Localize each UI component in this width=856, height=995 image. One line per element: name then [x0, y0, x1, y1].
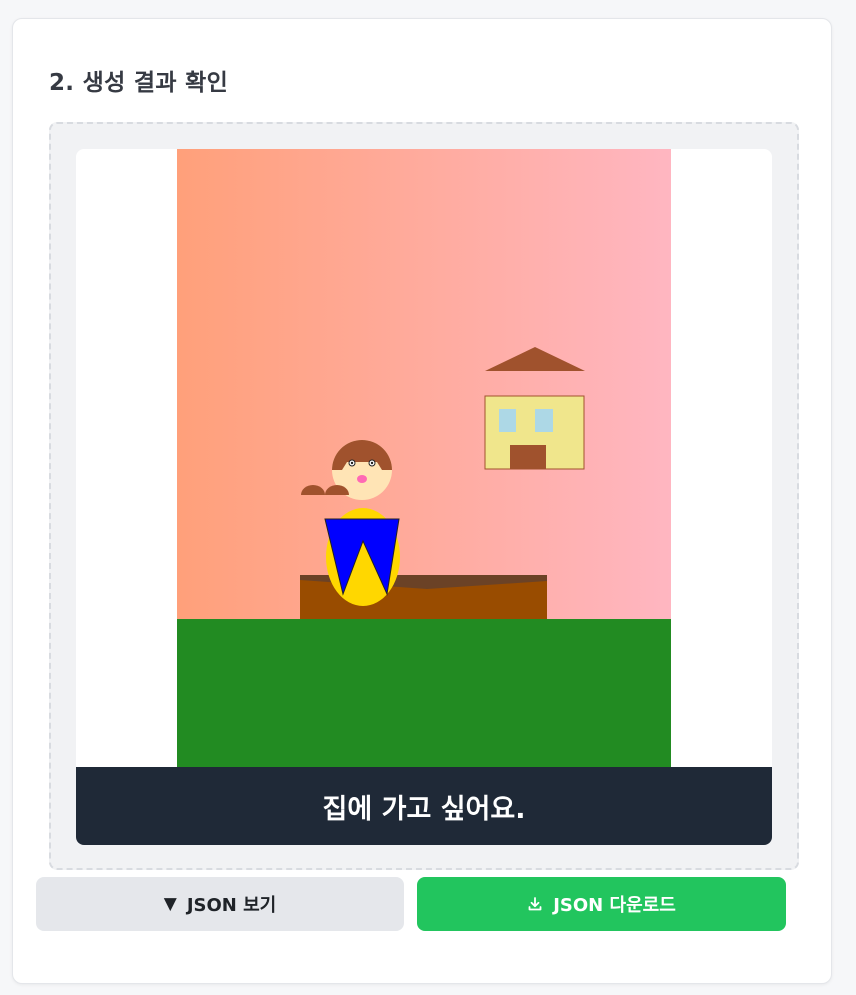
json-view-label: JSON 보기 [186, 895, 277, 916]
house-window-left [499, 409, 516, 432]
section-title: 2. 생성 결과 확인 [49, 70, 229, 96]
grass-ground [177, 619, 671, 767]
preview-frame: 집에 가고 싶어요. [76, 149, 772, 845]
json-download-label: JSON 다운로드 [553, 895, 676, 916]
caption-bar: 집에 가고 싶어요. [76, 767, 772, 845]
json-download-button[interactable]: JSON 다운로드 [417, 877, 786, 931]
person-mouth [357, 475, 367, 483]
preview-container: 집에 가고 싶어요. [49, 122, 799, 870]
generated-scene-image [177, 149, 671, 767]
house [484, 347, 585, 470]
result-card: 2. 생성 결과 확인 집에 가고 싶어요. [12, 18, 832, 984]
house-door [510, 445, 546, 469]
json-view-button[interactable]: ▼ JSON 보기 [36, 877, 404, 931]
triangle-down-icon: ▼ [163, 894, 177, 914]
sky-gradient [177, 149, 671, 619]
download-icon [527, 896, 543, 912]
caption-text: 집에 가고 싶어요. [322, 793, 526, 825]
house-window-right [535, 409, 553, 432]
